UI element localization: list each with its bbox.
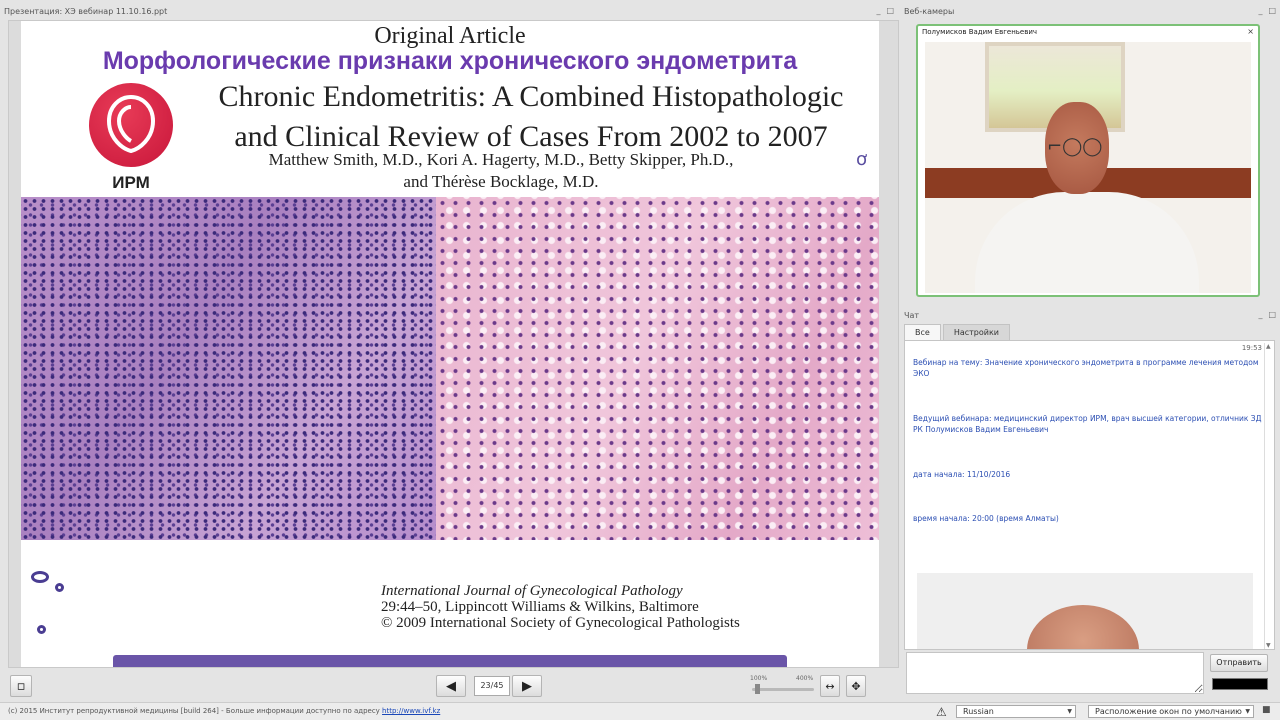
- copyright-text: (c) 2015 Институт репродуктивной медицин…: [8, 707, 440, 715]
- move-icon: ✥: [851, 679, 861, 693]
- chat-input[interactable]: [906, 652, 1204, 694]
- chat-message: Вебинар на тему: Значение хронического э…: [913, 358, 1259, 378]
- fit-width-button[interactable]: ↔: [820, 675, 840, 697]
- minimize-icon[interactable]: _: [1258, 310, 1262, 319]
- next-slide-button[interactable]: ▶: [512, 675, 542, 697]
- language-select[interactable]: Russian ▼: [956, 705, 1076, 718]
- slide-original-article: Original Article: [374, 23, 526, 49]
- decorative-swirl-icon: ơ: [856, 149, 868, 170]
- layout-select[interactable]: Расположение окон по умолчанию ▼: [1088, 705, 1254, 718]
- arrow-left-icon: ◀: [446, 678, 456, 694]
- file-button[interactable]: ▫: [10, 675, 32, 697]
- presentation-toolbar: ▫ ◀ 23/45 ▶ 100% 400% ↔ ✥: [0, 672, 900, 700]
- journal-name: International Journal of Gynecological P…: [381, 583, 683, 599]
- close-icon[interactable]: ×: [1247, 27, 1254, 36]
- slide-purple-bar: [113, 655, 787, 667]
- zoom-slider-thumb[interactable]: [754, 684, 760, 694]
- slide-journal-citation: International Journal of Gynecological P…: [381, 583, 879, 631]
- bubble-icon: [31, 571, 49, 583]
- tab-settings[interactable]: Настройки: [942, 324, 1010, 340]
- file-icon: ▫: [16, 678, 26, 694]
- website-link[interactable]: http://www.ivf.kz: [382, 707, 440, 715]
- chat-window-buttons: _ □: [1258, 310, 1276, 319]
- language-value: Russian: [963, 707, 994, 716]
- maximize-icon[interactable]: □: [1268, 310, 1276, 319]
- move-button[interactable]: ✥: [846, 675, 866, 697]
- presenter-body: [975, 192, 1199, 293]
- page-counter: 23/45: [474, 676, 510, 696]
- footer: (c) 2015 Институт репродуктивной медицин…: [0, 702, 1280, 720]
- maximize-icon[interactable]: □: [886, 6, 894, 15]
- histology-image-left: [21, 197, 436, 540]
- copyright-label: (c) 2015 Институт репродуктивной медицин…: [8, 707, 383, 715]
- irm-logo-icon: [89, 83, 173, 167]
- chat-messages: 19:53 Вебинар на тему: Значение хроничес…: [904, 340, 1275, 650]
- slide-authors-line-2: and Thérèse Bocklage, M.D.: [403, 172, 599, 191]
- webcam-box: Полумисков Вадим Евгеньевич × ⌐◯◯: [916, 24, 1260, 297]
- layout-value: Расположение окон по умолчанию: [1095, 707, 1242, 716]
- zoom-slider[interactable]: [752, 688, 814, 691]
- webcam-video: ⌐◯◯: [925, 42, 1251, 293]
- journal-volume: 29:44–50, Lippincott Williams & Wilkins,…: [381, 599, 699, 615]
- scroll-up-icon[interactable]: ▲: [1266, 343, 1271, 350]
- slide-authors-line-1: Matthew Smith, M.D., Kori A. Hagerty, M.…: [268, 150, 734, 169]
- chat-image: [917, 573, 1253, 649]
- fit-width-icon: ↔: [825, 679, 835, 693]
- chat-panel: Чат _ □ Все Настройки 19:53 Вебинар на т…: [900, 306, 1280, 702]
- send-button[interactable]: Отправить: [1210, 654, 1268, 672]
- webcams-window-buttons: _ □: [1258, 6, 1276, 15]
- chat-message: время начала: 20:00 (время Алматы): [913, 514, 1059, 523]
- slide-authors: Matthew Smith, M.D., Kori A. Hagerty, M.…: [181, 149, 821, 193]
- slide-frame: Original Article Морфологические признак…: [8, 20, 899, 668]
- histology-image-right: [436, 197, 879, 540]
- webcams-panel-title: Веб-камеры: [904, 7, 955, 16]
- chat-message: дата начала: 11/10/2016: [913, 470, 1011, 479]
- slide: Original Article Морфологические признак…: [21, 21, 879, 667]
- tab-all[interactable]: Все: [904, 324, 941, 340]
- warning-icon[interactable]: ⚠: [936, 705, 947, 719]
- chat-scrollbar[interactable]: ▲ ▼: [1264, 343, 1272, 649]
- message-time: 19:53: [1241, 344, 1262, 352]
- webcams-panel: Веб-камеры _ □ Полумисков Вадим Евгеньев…: [900, 0, 1280, 305]
- bubble-icon: [55, 583, 64, 592]
- journal-copyright: © 2009 International Society of Gynecolo…: [381, 615, 740, 631]
- chat-image-head: [1027, 605, 1139, 649]
- chat-message: Ведущий вебинара: медицинский директор И…: [913, 414, 1262, 434]
- slide-en-title: Chronic Endometritis: A Combined Histopa…: [181, 77, 879, 157]
- chevron-down-icon: ▼: [1067, 708, 1072, 715]
- presenter-name: Полумисков Вадим Евгеньевич: [922, 28, 1038, 36]
- slide-ru-title: Морфологические признаки хронического эн…: [102, 47, 798, 75]
- bubble-icon: [37, 625, 46, 634]
- chat-tabs: Все Настройки: [904, 324, 1010, 340]
- zoom-max-label: 400%: [796, 675, 814, 682]
- chevron-down-icon: ▼: [1245, 708, 1250, 715]
- layout-reset-icon[interactable]: ■: [1262, 705, 1271, 715]
- irm-logo: ИРМ: [89, 83, 175, 193]
- irm-logo-text: ИРМ: [112, 173, 150, 192]
- arrow-right-icon: ▶: [522, 678, 532, 694]
- scroll-down-icon[interactable]: ▼: [1266, 642, 1271, 649]
- maximize-icon[interactable]: □: [1268, 6, 1276, 15]
- chat-panel-title: Чат: [904, 311, 920, 320]
- presentation-panel-title: Презентация: ХЭ вебинар 11.10.16.ppt: [4, 7, 168, 16]
- slide-en-title-line-1: Chronic Endometritis: A Combined Histopa…: [218, 80, 844, 113]
- glasses-icon: ⌐◯◯: [1047, 136, 1103, 157]
- presentation-window-buttons: _ □: [876, 6, 894, 15]
- zoom-min-label: 100%: [750, 675, 768, 682]
- minimize-icon[interactable]: _: [876, 6, 880, 15]
- presentation-panel: Презентация: ХЭ вебинар 11.10.16.ppt _ □…: [0, 0, 900, 720]
- minimize-icon[interactable]: _: [1258, 6, 1262, 15]
- text-color-picker[interactable]: [1212, 678, 1268, 690]
- prev-slide-button[interactable]: ◀: [436, 675, 466, 697]
